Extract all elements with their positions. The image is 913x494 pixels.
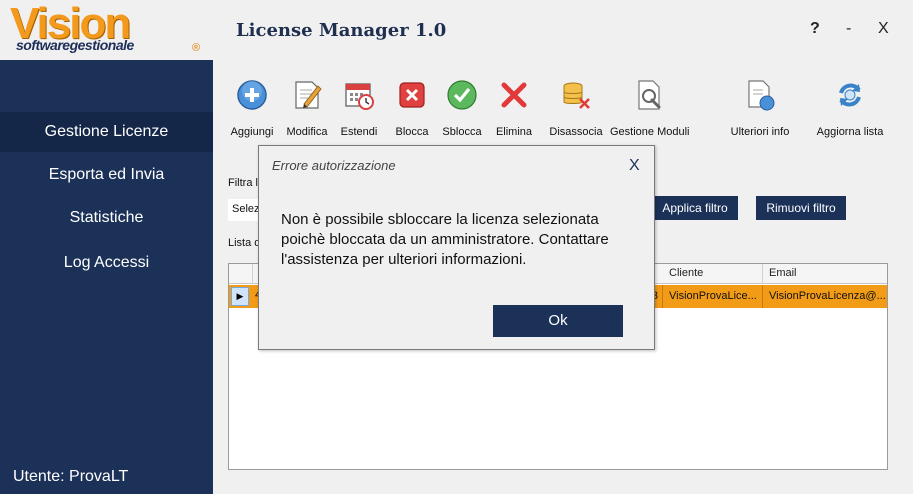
error-dialog: Errore autorizzazione X Non è possibile …: [258, 145, 655, 350]
sidebar-item-esporta-ed-invia[interactable]: Esporta ed Invia: [0, 155, 213, 195]
dialog-message: Non è possibile sbloccare la licenza sel…: [281, 211, 609, 268]
logo-registered-mark: ®: [192, 42, 201, 54]
add-icon: [237, 80, 267, 110]
title-bar: Vision softwaregestionale ® License Mana…: [0, 0, 913, 60]
disassocia-label: Disassocia: [549, 126, 603, 138]
disassocia-button[interactable]: Disassocia: [549, 78, 603, 144]
sidebar-item-log-accessi[interactable]: Log Accessi: [0, 243, 213, 283]
database-delete-icon: [563, 82, 590, 109]
settings-document-icon: [638, 80, 661, 110]
elimina-button[interactable]: Elimina: [494, 78, 534, 144]
estendi-button[interactable]: Estendi: [338, 78, 380, 144]
dialog-title: Errore autorizzazione: [272, 158, 396, 173]
ok-button[interactable]: Ok: [493, 305, 623, 337]
aggiorna-lista-button[interactable]: Aggiorna lista: [816, 78, 884, 144]
aggiorna-lista-label: Aggiorna lista: [816, 126, 884, 138]
ulteriori-info-button[interactable]: Ulteriori info: [730, 78, 790, 144]
license-list-label: Lista d: [228, 237, 261, 249]
delete-icon: [501, 82, 527, 108]
sblocca-button[interactable]: Sblocca: [440, 78, 484, 144]
calendar-icon: [345, 83, 374, 110]
close-window-button[interactable]: X: [878, 20, 889, 38]
block-icon: [399, 82, 425, 108]
row-cell-cliente[interactable]: VisionProvaLice...: [663, 285, 763, 308]
sidebar-item-gestione-licenze[interactable]: Gestione Licenze: [0, 112, 213, 152]
info-document-icon: [748, 80, 775, 111]
row-cell-email[interactable]: VisionProvaLicenza@...: [763, 285, 887, 308]
column-header-email[interactable]: Email: [763, 264, 887, 284]
row-header-corner: [229, 264, 253, 284]
column-header-cliente[interactable]: Cliente: [663, 264, 763, 284]
remove-filter-button[interactable]: Rimuovi filtro: [756, 196, 846, 220]
current-user-label: Utente: ProvaLT: [13, 468, 129, 485]
sidebar-item-statistiche[interactable]: Statistiche: [0, 198, 213, 238]
gestione-moduli-button[interactable]: Gestione Moduli: [610, 78, 690, 144]
modifica-label: Modifica: [286, 126, 328, 138]
minimize-button[interactable]: -: [846, 20, 851, 38]
vision-logo: Vision softwaregestionale ®: [10, 0, 210, 56]
row-selector-icon[interactable]: ▶: [231, 287, 249, 306]
license-manager-window: Vision softwaregestionale ® License Mana…: [0, 0, 913, 494]
logo-sub-text: softwaregestionale: [16, 37, 134, 53]
check-icon: [447, 80, 477, 110]
modifica-button[interactable]: Modifica: [284, 78, 330, 144]
edit-icon: [295, 81, 322, 109]
sidebar: Gestione Licenze Esporta ed Invia Statis…: [0, 60, 213, 494]
blocca-label: Blocca: [395, 126, 429, 138]
apply-filter-button[interactable]: Applica filtro: [652, 196, 738, 220]
app-title: License Manager 1.0: [236, 20, 447, 41]
blocca-button[interactable]: Blocca: [390, 78, 434, 144]
elimina-label: Elimina: [495, 126, 533, 138]
ulteriori-info-label: Ulteriori info: [730, 126, 790, 138]
dialog-close-button[interactable]: X: [629, 157, 640, 175]
refresh-icon: [839, 83, 861, 107]
aggiungi-button[interactable]: Aggiungi: [228, 78, 276, 144]
help-button[interactable]: ?: [810, 20, 820, 38]
estendi-label: Estendi: [340, 126, 378, 138]
aggiungi-label: Aggiungi: [230, 126, 274, 138]
sblocca-label: Sblocca: [442, 126, 482, 138]
gestione-moduli-label: Gestione Moduli: [610, 126, 690, 138]
